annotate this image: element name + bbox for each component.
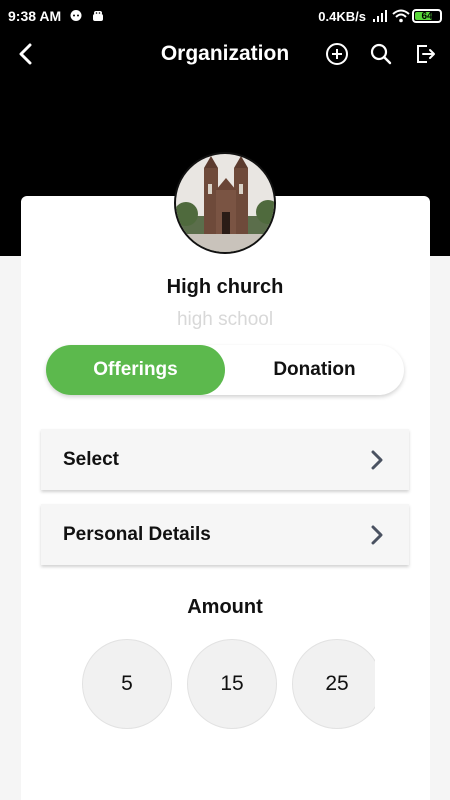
app-bar: Organization (0, 32, 450, 76)
wifi-icon (392, 9, 410, 23)
chat-bubble-icon (69, 9, 83, 23)
tab-offerings[interactable]: Offerings (46, 345, 225, 395)
organization-subtitle: high school (176, 309, 274, 330)
chevron-right-icon (367, 522, 387, 548)
status-bar: 9:38 AM 0.4KB/s 64 (0, 0, 450, 32)
tab-switcher: Offerings Donation (46, 345, 404, 395)
amount-option-5[interactable]: 5 (82, 639, 172, 729)
search-icon[interactable] (366, 39, 396, 69)
logout-icon[interactable] (410, 39, 440, 69)
personal-details-row[interactable]: Personal Details (41, 504, 409, 565)
amount-option-25[interactable]: 25 (292, 639, 375, 729)
amount-option-15[interactable]: 15 (187, 639, 277, 729)
amount-label: Amount (187, 596, 263, 618)
personal-details-label: Personal Details (63, 523, 211, 545)
select-row-label: Select (63, 448, 119, 470)
organization-avatar (174, 152, 276, 254)
church-image (176, 154, 274, 252)
organization-name: High church (166, 276, 284, 298)
battery-icon: 64 (412, 9, 442, 23)
network-speed: 0.4KB/s (318, 8, 366, 24)
back-arrow-icon[interactable] (10, 39, 40, 69)
status-time: 9:38 AM (8, 8, 62, 24)
android-icon (91, 9, 105, 23)
signal-icon (372, 9, 387, 23)
tab-donation[interactable]: Donation (225, 345, 404, 395)
amount-options: 5 15 25 (82, 638, 375, 730)
select-row[interactable]: Select (41, 429, 409, 490)
battery-level: 64 (421, 10, 433, 22)
add-circle-icon[interactable] (322, 39, 352, 69)
chevron-right-icon (367, 447, 387, 473)
